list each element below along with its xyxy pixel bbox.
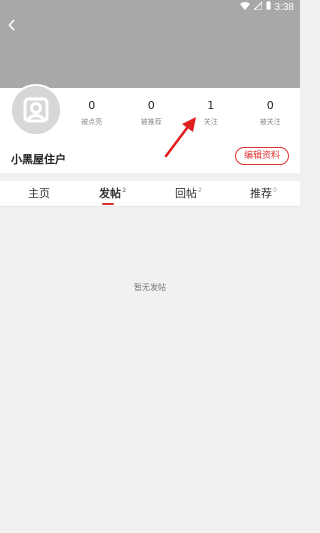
- avatar[interactable]: [10, 84, 62, 136]
- tab-home[interactable]: 主页: [28, 185, 50, 201]
- stat-value: 0: [88, 99, 96, 112]
- wifi-icon: [239, 1, 250, 13]
- status-bar: 3:38: [0, 0, 300, 14]
- tab-replies[interactable]: 回帖2: [175, 185, 202, 201]
- tab-label: 主页: [28, 187, 50, 200]
- tab-recommended[interactable]: 推荐0: [250, 185, 277, 201]
- tab-label: 回帖: [175, 187, 197, 200]
- tab-label: 推荐: [250, 187, 272, 200]
- edit-profile-button[interactable]: 编辑资料: [235, 147, 289, 165]
- stat-value: 0: [266, 99, 274, 112]
- active-tab-indicator: [102, 203, 114, 205]
- stat-label: 被点亮: [81, 118, 103, 126]
- stat-liked[interactable]: 0 被点亮: [62, 99, 122, 127]
- stat-value: 0: [147, 99, 155, 112]
- tab-count: 2: [198, 187, 202, 195]
- battery-icon: [266, 1, 271, 13]
- stat-followers[interactable]: 0 被关注: [241, 99, 301, 127]
- username: 小黑屋住户: [11, 153, 66, 166]
- status-time: 3:38: [274, 1, 294, 13]
- empty-state-message: 暂无发帖: [134, 283, 166, 292]
- chevron-left-icon: [8, 17, 16, 35]
- stat-label: 被关注: [259, 118, 281, 126]
- tab-label: 发帖: [99, 187, 121, 200]
- tab-count: 2: [122, 187, 127, 195]
- stat-value: 1: [207, 99, 215, 112]
- posts-list-empty: [0, 207, 300, 533]
- annotation-arrow-icon: [160, 116, 200, 160]
- signal-off-icon: [252, 0, 263, 13]
- tab-count: 0: [273, 187, 277, 195]
- profile-tabs: 主页 发帖2 回帖2 推荐0: [0, 181, 300, 207]
- tab-posts[interactable]: 发帖2: [99, 185, 126, 201]
- back-button[interactable]: [4, 17, 20, 35]
